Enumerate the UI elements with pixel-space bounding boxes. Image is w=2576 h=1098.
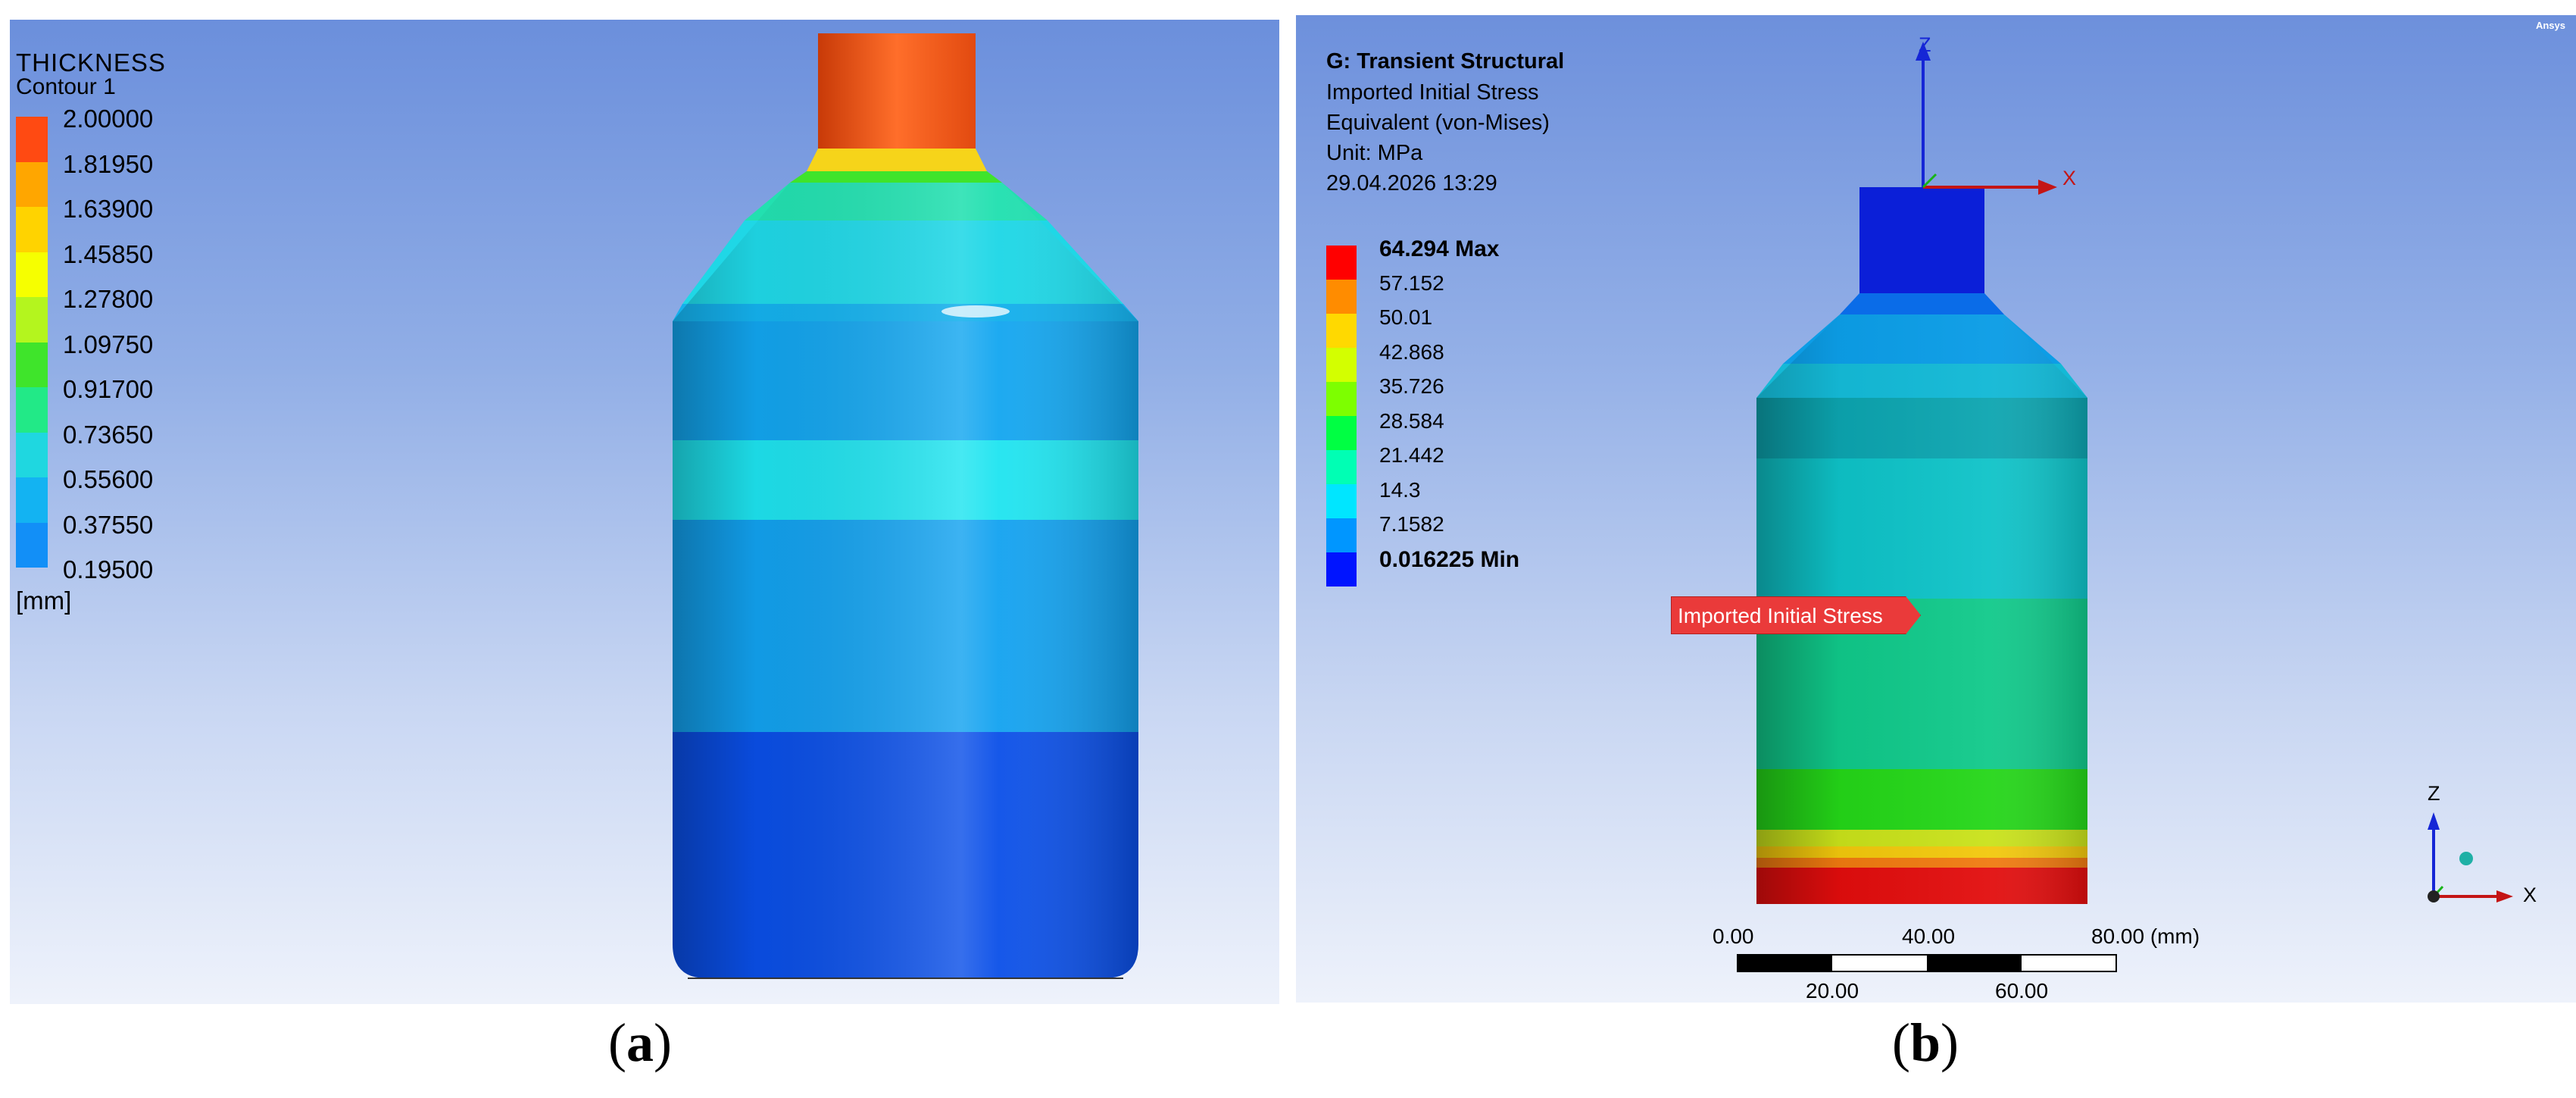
legend-value: 1.09750 xyxy=(63,330,154,358)
legend-value: 14.3 xyxy=(1379,477,1421,502)
axis-z-label: Z xyxy=(1919,33,1931,56)
legend-unit: [mm] xyxy=(16,587,72,615)
shoulder-shading xyxy=(1756,314,2087,398)
stress-viewport[interactable]: Ansys G: Transient Structural Imported I… xyxy=(1296,15,2576,1003)
legend-title: THICKNESS xyxy=(16,48,166,77)
legend-subtitle: Contour 1 xyxy=(16,74,116,99)
legend-value: 2.00000 xyxy=(63,105,154,133)
legend-swatch xyxy=(1326,416,1357,450)
legend-color-bar xyxy=(16,117,48,568)
scale-label-60: 60.00 xyxy=(1995,979,2049,1003)
bottle-neck xyxy=(1859,187,1984,293)
legend-swatch xyxy=(16,432,48,477)
legend-value: 0.91700 xyxy=(63,375,154,403)
legend-swatch xyxy=(1326,484,1357,518)
legend-swatch xyxy=(1326,450,1357,484)
scale-label-40: 40.00 xyxy=(1902,924,1956,948)
ansys-logo: Ansys xyxy=(2535,20,2565,31)
legend-swatch xyxy=(16,522,48,568)
legend-swatch xyxy=(1326,314,1357,348)
triad-small-z-label: Z xyxy=(2428,782,2440,805)
caption-a: (a) xyxy=(608,1012,672,1073)
legend-value: 0.016225 Min xyxy=(1379,546,1520,572)
legend-swatch xyxy=(16,477,48,523)
legend-value: 50.01 xyxy=(1379,305,1433,329)
result-type: Equivalent (von-Mises) xyxy=(1326,111,1550,135)
axis-x-label: X xyxy=(2062,167,2077,189)
shoulder-band-green xyxy=(790,171,1002,183)
legend-value: 57.152 xyxy=(1379,271,1444,295)
legend-swatch xyxy=(1326,348,1357,382)
legend-value: 35.726 xyxy=(1379,374,1444,398)
legend-swatch xyxy=(1326,246,1357,280)
bottle-thickness-model xyxy=(673,33,1138,979)
triad-small-x-label: X xyxy=(2523,884,2537,906)
bottle-neck xyxy=(818,33,976,162)
caption-b: (b) xyxy=(1892,1012,1959,1073)
legend-swatch xyxy=(16,342,48,387)
legend-value: 42.868 xyxy=(1379,339,1444,364)
body-shading xyxy=(673,321,1138,978)
legend-value: 1.27800 xyxy=(63,285,154,313)
legend-value: 21.442 xyxy=(1379,443,1444,467)
legend-value: 0.37550 xyxy=(63,510,154,539)
legend-swatch xyxy=(16,207,48,252)
bottle-stress-model xyxy=(1737,42,2513,972)
legend-swatch xyxy=(16,252,48,297)
shoulder-band-blue xyxy=(1840,293,2004,314)
legend-swatch xyxy=(1326,552,1357,587)
legend-color-bar xyxy=(1326,246,1357,587)
legend-value: 64.294 Max xyxy=(1379,236,1500,261)
legend-swatch xyxy=(1326,518,1357,552)
specular-highlight xyxy=(941,305,1010,318)
legend-swatch xyxy=(1326,382,1357,416)
result-timestamp: 29.04.2026 13:29 xyxy=(1326,171,1497,196)
legend-swatch xyxy=(16,117,48,162)
coordinate-triad-main xyxy=(1916,42,2057,195)
legend-swatch xyxy=(16,297,48,343)
body-shading xyxy=(1756,398,2087,904)
legend-value: 0.73650 xyxy=(63,420,154,449)
legend-value: 7.1582 xyxy=(1379,512,1444,536)
coordinate-triad-small xyxy=(2428,812,2513,902)
legend-swatch xyxy=(1326,280,1357,314)
result-name: Imported Initial Stress xyxy=(1326,80,1539,105)
scale-bar xyxy=(1737,954,2117,972)
scale-label-0: 0.00 xyxy=(1713,924,1754,948)
result-unit: Unit: MPa xyxy=(1326,141,1423,165)
legend-value: 1.45850 xyxy=(63,239,154,268)
analysis-title: G: Transient Structural xyxy=(1326,49,1565,74)
legend-value: 0.55600 xyxy=(63,465,154,493)
shoulder-shading xyxy=(673,183,1138,321)
legend-value: 0.19500 xyxy=(63,555,154,583)
legend-value: 1.63900 xyxy=(63,195,154,223)
thickness-viewport[interactable]: THICKNESS Contour 1 2.00000 1.81950 1.6390… xyxy=(10,20,1279,1004)
legend-swatch xyxy=(16,161,48,207)
imported-initial-stress-callout[interactable]: Imported Initial Stress xyxy=(1671,596,1921,634)
scale-label-80: 80.00 (mm) xyxy=(2091,924,2200,948)
scale-label-20: 20.00 xyxy=(1806,979,1859,1003)
legend-value: 1.81950 xyxy=(63,149,154,178)
legend-swatch xyxy=(16,387,48,433)
neck-transition-band xyxy=(807,149,987,171)
legend-value: 28.584 xyxy=(1379,408,1444,433)
